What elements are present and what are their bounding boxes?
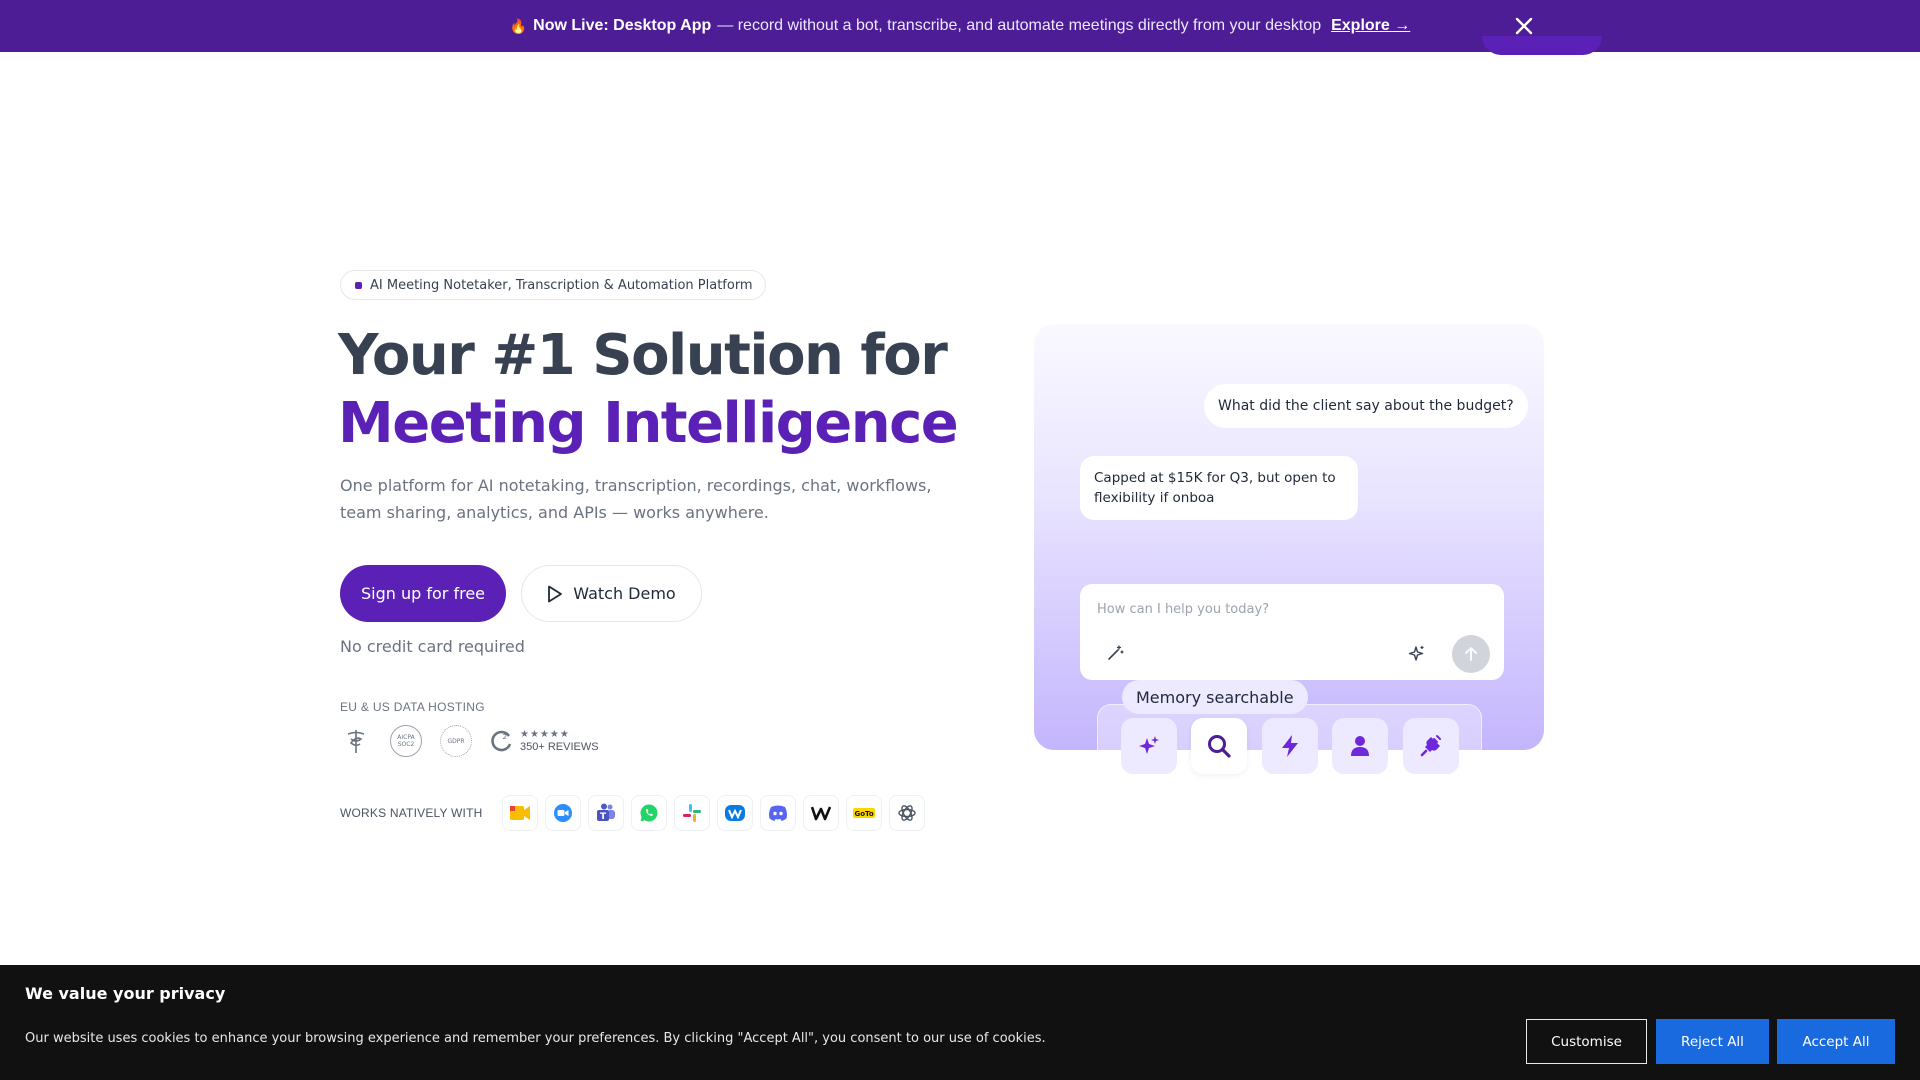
banner-title: Now Live: Desktop App — [533, 17, 712, 34]
gdpr-text: GDPR — [447, 737, 465, 745]
soc2-badge-icon: AICPA SOC2 — [390, 725, 422, 757]
chat-input-placeholder: How can I help you today? — [1097, 602, 1270, 617]
g2-reviews-count: 350+ REVIEWS — [520, 741, 599, 753]
badge-dot-icon — [355, 281, 362, 289]
works-with-label: WORKS NATIVELY WITH — [340, 806, 483, 820]
banner-explore-link[interactable]: Explore → — [1331, 17, 1410, 35]
integrations-row: T GoTo — [502, 795, 932, 831]
cookie-accept-button[interactable]: Accept All — [1777, 1019, 1895, 1064]
google-meet-icon[interactable] — [502, 795, 538, 831]
close-icon — [1515, 17, 1533, 35]
announcement-banner: 🔥 Now Live: Desktop App — record without… — [0, 0, 1920, 52]
arrow-up-icon — [1465, 647, 1477, 661]
no-credit-card-note: No credit card required — [340, 637, 525, 656]
svg-text:GoTo: GoTo — [855, 810, 874, 818]
certifications: AICPA SOC2 GDPR 2 ★★★★★ 350+ REVIEWS — [340, 725, 599, 757]
bot-message-bubble: Capped at $15K for Q3, but open to flexi… — [1080, 456, 1358, 520]
feature-tooltip: Memory searchable — [1122, 680, 1308, 714]
hero-subtext: One platform for AI notetaking, transcri… — [340, 476, 932, 522]
magic-wand-icon[interactable] — [1106, 644, 1124, 662]
feature-integrations-button[interactable] — [1403, 718, 1459, 774]
cookie-reject-button[interactable]: Reject All — [1656, 1019, 1769, 1064]
plug-icon — [1420, 735, 1441, 757]
chat-input-box[interactable]: How can I help you today? — [1080, 584, 1504, 680]
g2-stars: ★★★★★ — [520, 729, 570, 740]
user-message-bubble: What did the client say about the budget… — [1204, 384, 1528, 428]
headline-line-1: Your #1 Solution for — [338, 323, 948, 388]
cookie-text: Our website uses cookies to enhance your… — [25, 1031, 1046, 1046]
g2-reviews: 2 ★★★★★ 350+ REVIEWS — [490, 729, 599, 753]
watch-demo-button[interactable]: Watch Demo — [521, 565, 702, 622]
gdpr-badge-icon: GDPR — [440, 725, 472, 757]
hero-badge: AI Meeting Notetaker, Transcription & Au… — [340, 270, 766, 300]
g2-logo-icon: 2 — [491, 730, 512, 752]
user-icon — [1351, 736, 1369, 756]
hero-headline: Your #1 Solution for Meeting Intelligenc… — [338, 322, 959, 458]
svg-text:2: 2 — [503, 733, 507, 741]
soc2-top: AICPA — [397, 734, 415, 741]
search-icon — [1208, 735, 1231, 758]
feature-team-button[interactable] — [1332, 718, 1388, 774]
openai-icon[interactable] — [889, 795, 925, 831]
hero-badge-text: AI Meeting Notetaker, Transcription & Au… — [370, 277, 753, 293]
headline-line-2: Meeting Intelligence — [338, 391, 959, 456]
banner-message: — record without a bot, transcribe, and … — [717, 17, 1322, 34]
sparkle-icon[interactable] — [1408, 645, 1426, 663]
lightning-icon — [1282, 735, 1298, 757]
signup-button[interactable]: Sign up for free — [340, 565, 506, 622]
send-button[interactable] — [1452, 635, 1490, 673]
cookie-title: We value your privacy — [25, 984, 226, 1003]
nav-cta-button-edge[interactable] — [1482, 36, 1602, 55]
sparkles-icon — [1139, 736, 1159, 754]
hipaa-caduceus-icon — [340, 725, 372, 757]
webex-icon[interactable] — [717, 795, 753, 831]
slack-icon[interactable] — [674, 795, 710, 831]
watch-demo-label: Watch Demo — [573, 584, 676, 603]
webflow-icon[interactable] — [803, 795, 839, 831]
fire-icon: 🔥 — [509, 17, 528, 34]
play-icon — [548, 585, 563, 602]
feature-automation-button[interactable] — [1262, 718, 1318, 774]
soc2-bottom: SOC2 — [397, 741, 415, 748]
cookie-banner: We value your privacy Our website uses c… — [0, 965, 1920, 1080]
cookie-customise-button[interactable]: Customise — [1526, 1019, 1647, 1064]
teams-icon[interactable]: T — [588, 795, 624, 831]
hosting-label: EU & US DATA HOSTING — [340, 700, 485, 714]
feature-ai-button[interactable] — [1121, 718, 1177, 774]
discord-icon[interactable] — [760, 795, 796, 831]
zoom-icon[interactable] — [545, 795, 581, 831]
whatsapp-icon[interactable] — [631, 795, 667, 831]
gotomeeting-icon[interactable]: GoTo — [846, 795, 882, 831]
feature-search-button[interactable] — [1191, 718, 1247, 774]
svg-text:T: T — [600, 812, 607, 822]
